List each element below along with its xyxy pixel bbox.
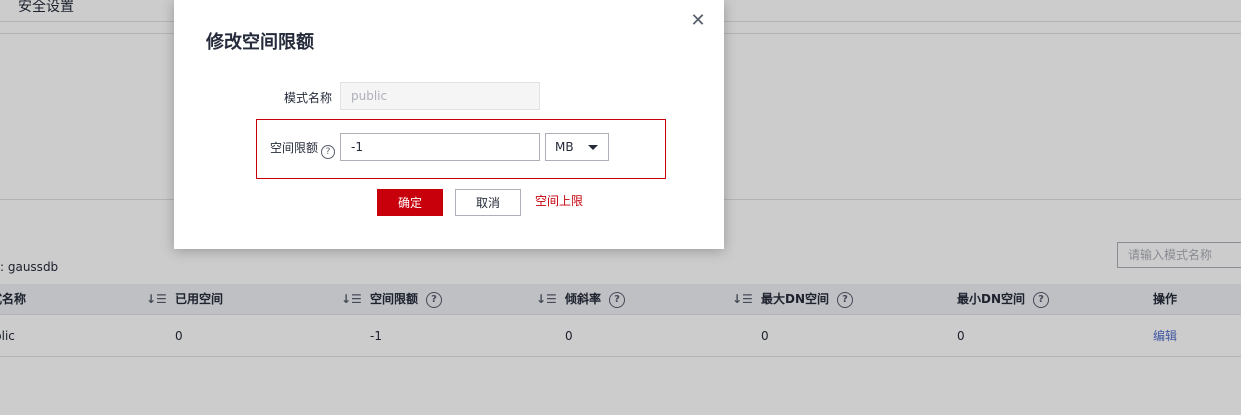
quota-label-group: 空间限额? [270, 139, 336, 159]
annotation-label: 空间上限 [535, 194, 584, 208]
edit-quota-dialog: 修改空间限额 ✕ 模式名称 空间限额? MB 确定 取消 空间上限 [174, 0, 724, 249]
question-circle-icon[interactable]: ? [321, 145, 336, 159]
cancel-button[interactable]: 取消 [455, 189, 521, 216]
confirm-button[interactable]: 确定 [377, 189, 443, 216]
close-icon[interactable]: ✕ [689, 11, 707, 33]
quota-input[interactable] [340, 133, 540, 161]
dialog-title: 修改空间限额 [206, 32, 314, 53]
schema-name-label: 模式名称 [284, 91, 333, 105]
schema-name-field [340, 82, 540, 110]
unit-select-value: MB [555, 140, 574, 154]
quota-label: 空间限额 [270, 141, 319, 155]
caret-down-icon [588, 145, 598, 150]
unit-select[interactable]: MB [545, 133, 609, 161]
